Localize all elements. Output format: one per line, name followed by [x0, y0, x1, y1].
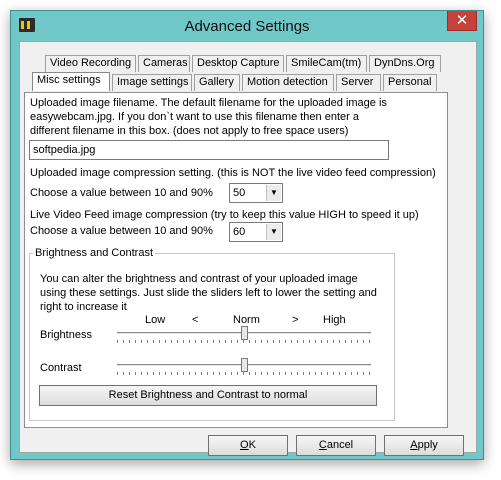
apply-label-rest: pply — [417, 439, 438, 451]
chevron-down-icon[interactable]: ▼ — [266, 185, 281, 201]
tab-misc-settings[interactable]: Misc settings — [32, 72, 110, 91]
live-compression-value: 60 — [233, 226, 246, 238]
cancel-label-rest: ancel — [326, 439, 354, 451]
cancel-mnemonic: C — [318, 439, 327, 451]
compression-choose-label: Choose a value between 10 and 90% — [30, 187, 213, 199]
upload-filename-input[interactable]: softpedia.jpg — [29, 140, 389, 160]
apply-mnemonic: A — [410, 439, 418, 451]
advanced-settings-window: Advanced Settings ✕ Video Recording Came… — [10, 10, 484, 460]
brightness-slider-thumb[interactable] — [241, 326, 248, 340]
bc-description-line1: You can alter the brightness and contras… — [40, 273, 358, 285]
misc-settings-panel: Uploaded image filename. The default fil… — [24, 92, 448, 428]
tab-motion-detection[interactable]: Motion detection — [242, 74, 334, 91]
close-button[interactable]: ✕ — [447, 11, 477, 31]
ok-button[interactable]: OK — [208, 435, 288, 456]
filename-description-line2: easywebcam.jpg. If you don`t want to use… — [30, 111, 359, 123]
brightness-contrast-group-title: Brightness and Contrast — [33, 246, 156, 260]
tab-video-recording[interactable]: Video Recording — [45, 55, 136, 72]
contrast-slider[interactable] — [117, 358, 371, 380]
compression-label: Uploaded image compression setting. (thi… — [30, 167, 436, 179]
contrast-label: Contrast — [40, 362, 82, 374]
live-compression-choose-label: Choose a value between 10 and 90% — [30, 225, 213, 237]
contrast-slider-thumb[interactable] — [241, 358, 248, 372]
cancel-button[interactable]: Cancel — [296, 435, 376, 456]
brightness-label: Brightness — [40, 329, 92, 341]
tab-gallery[interactable]: Gallery — [194, 74, 240, 91]
tab-personal[interactable]: Personal — [383, 74, 437, 91]
scale-low-label: Low — [145, 314, 166, 326]
reset-brightness-contrast-button[interactable]: Reset Brightness and Contrast to normal — [39, 385, 377, 406]
live-compression-label: Live Video Feed image compression (try t… — [30, 209, 419, 221]
live-compression-select[interactable]: 60 ▼ — [229, 222, 283, 242]
scale-greater-label: > — [292, 314, 299, 326]
window-title: Advanced Settings — [184, 18, 310, 35]
compression-select[interactable]: 50 ▼ — [229, 183, 283, 203]
contrast-slider-ticks — [117, 372, 371, 375]
tab-image-settings[interactable]: Image settings — [112, 74, 192, 91]
ok-mnemonic: O — [240, 439, 249, 451]
scale-high-label: High — [323, 314, 346, 326]
ok-label-rest: K — [248, 439, 256, 451]
brightness-slider[interactable] — [117, 326, 371, 348]
filename-description-line3: different filename in this box. (does no… — [30, 125, 349, 137]
tab-smilecam[interactable]: SmileCam(tm) — [286, 55, 367, 72]
title-bar[interactable]: Advanced Settings ✕ — [11, 11, 483, 41]
tab-cameras[interactable]: Cameras — [138, 55, 190, 72]
chevron-down-icon[interactable]: ▼ — [266, 224, 281, 240]
scale-norm-label: Norm — [233, 314, 260, 326]
tab-server[interactable]: Server — [336, 74, 381, 91]
dialog-client-area: Video Recording Cameras Desktop Capture … — [19, 41, 477, 456]
scale-less-label: < — [192, 314, 199, 326]
bc-description-line3: right to increase it — [40, 301, 127, 313]
tab-desktop-capture[interactable]: Desktop Capture — [192, 55, 284, 72]
filename-description-line1: Uploaded image filename. The default fil… — [30, 97, 387, 109]
tab-dyndns[interactable]: DynDns.Org — [369, 55, 441, 72]
brightness-slider-ticks — [117, 340, 371, 343]
bc-description-line2: using these settings. Just slide the sli… — [40, 287, 377, 299]
apply-button[interactable]: Apply — [384, 435, 464, 456]
compression-value: 50 — [233, 187, 246, 199]
